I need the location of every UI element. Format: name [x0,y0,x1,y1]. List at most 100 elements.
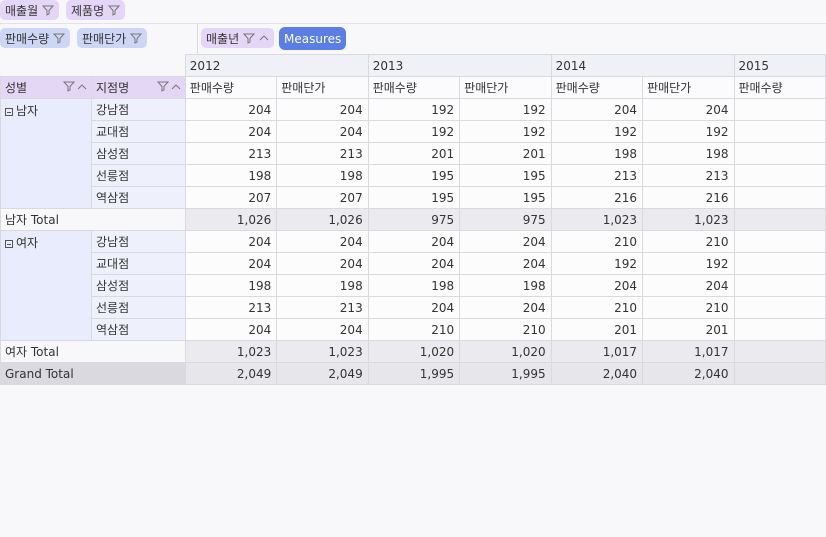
store-header[interactable]: 선릉점 [90,296,186,319]
data-cell[interactable]: 204 [459,252,552,275]
subtotal-cell[interactable] [733,340,826,363]
data-cell[interactable]: 216 [642,186,735,209]
data-cell[interactable]: 207 [276,186,369,209]
grand-total-cell[interactable]: 2,049 [276,362,369,385]
grand-total-cell[interactable]: 2,049 [184,362,278,385]
data-cell[interactable]: 216 [550,186,644,209]
data-cell[interactable]: 210 [550,230,644,253]
subtotal-cell[interactable]: 1,023 [642,208,735,231]
data-cell[interactable]: 198 [367,274,461,297]
data-cell[interactable]: 213 [276,296,369,319]
filter-field-sales-month[interactable]: 매출월 [0,0,60,20]
data-cell[interactable]: 198 [550,142,644,165]
data-cell[interactable]: 210 [642,296,735,319]
measure-header[interactable]: 판매수량 [733,76,826,99]
filter-icon[interactable] [62,80,76,95]
data-cell[interactable] [733,142,826,165]
data-cell[interactable]: 204 [276,252,369,275]
data-cell[interactable]: 195 [367,164,461,187]
store-header[interactable]: 역삼점 [90,186,186,209]
data-cell[interactable] [733,296,826,319]
filter-icon[interactable] [130,32,143,44]
measure-header[interactable]: 판매단가 [276,76,369,99]
filter-icon[interactable] [243,32,256,44]
data-cell[interactable]: 204 [276,120,369,143]
subtotal-cell[interactable] [733,208,826,231]
sort-ascending-icon[interactable] [171,81,181,95]
column-field-sales-year[interactable]: 매출년 [201,28,275,48]
data-cell[interactable]: 210 [459,318,552,341]
store-header[interactable]: 선릉점 [90,164,186,187]
data-cell[interactable]: 198 [184,164,278,187]
data-cell[interactable]: 204 [642,274,735,297]
data-cell[interactable]: 192 [367,98,461,121]
grand-total-cell[interactable]: 1,995 [367,362,461,385]
data-field-unit-price[interactable]: 판매단가 [77,28,148,48]
data-cell[interactable]: 195 [367,186,461,209]
subtotal-cell[interactable]: 1,020 [459,340,552,363]
measure-header[interactable]: 판매단가 [642,76,735,99]
subtotal-cell[interactable]: 1,023 [276,340,369,363]
data-cell[interactable]: 213 [184,142,278,165]
data-cell[interactable]: 204 [184,252,278,275]
row-group-header[interactable]: 여자 [0,230,92,341]
data-cell[interactable]: 192 [459,98,552,121]
data-cell[interactable]: 204 [276,98,369,121]
data-cell[interactable]: 204 [550,98,644,121]
data-cell[interactable]: 204 [184,98,278,121]
data-cell[interactable]: 198 [276,274,369,297]
data-cell[interactable]: 207 [184,186,278,209]
sort-ascending-icon[interactable] [259,33,269,43]
grand-total-cell[interactable]: 1,995 [459,362,552,385]
year-header[interactable]: 2014 [550,54,735,77]
data-cell[interactable]: 204 [367,296,461,319]
year-header[interactable]: 2013 [367,54,552,77]
data-cell[interactable]: 198 [184,274,278,297]
data-cell[interactable]: 204 [276,230,369,253]
subtotal-cell[interactable]: 975 [367,208,461,231]
data-cell[interactable]: 204 [367,230,461,253]
data-cell[interactable]: 201 [459,142,552,165]
filter-icon[interactable] [42,4,55,16]
filter-icon[interactable] [53,32,66,44]
data-cell[interactable]: 204 [459,296,552,319]
data-cell[interactable]: 213 [276,142,369,165]
data-cell[interactable]: 201 [550,318,644,341]
store-header[interactable]: 강남점 [90,230,186,253]
year-header[interactable]: 2012 [184,54,369,77]
row-field-store[interactable]: 지점명 [90,76,186,99]
subtotal-cell[interactable]: 1,023 [550,208,644,231]
data-cell[interactable]: 201 [642,318,735,341]
store-header[interactable]: 삼성점 [90,142,186,165]
data-cell[interactable] [733,252,826,275]
measure-header[interactable]: 판매수량 [550,76,644,99]
measure-header[interactable]: 판매단가 [459,76,552,99]
data-cell[interactable]: 213 [550,164,644,187]
data-field-quantity[interactable]: 판매수량 [0,28,71,48]
store-header[interactable]: 역삼점 [90,318,186,341]
row-group-header[interactable]: 남자 [0,98,92,209]
data-cell[interactable]: 192 [459,120,552,143]
data-cell[interactable]: 192 [642,252,735,275]
measure-header[interactable]: 판매수량 [184,76,278,99]
filter-field-product-name[interactable]: 제품명 [66,0,126,20]
data-cell[interactable] [733,120,826,143]
data-cell[interactable]: 192 [550,252,644,275]
data-cell[interactable]: 204 [184,120,278,143]
subtotal-cell[interactable]: 1,026 [184,208,278,231]
data-cell[interactable]: 198 [642,142,735,165]
sort-ascending-icon[interactable] [77,81,87,95]
grand-total-cell[interactable]: 2,040 [550,362,644,385]
data-cell[interactable]: 204 [184,230,278,253]
subtotal-cell[interactable]: 975 [459,208,552,231]
data-cell[interactable]: 201 [367,142,461,165]
row-field-gender[interactable]: 성별 [0,76,92,99]
store-header[interactable]: 삼성점 [90,274,186,297]
year-header[interactable]: 2015 [733,54,826,77]
data-cell[interactable]: 204 [276,318,369,341]
data-cell[interactable]: 210 [550,296,644,319]
store-header[interactable]: 교대점 [90,252,186,275]
data-cell[interactable]: 204 [367,252,461,275]
data-cell[interactable] [733,318,826,341]
data-cell[interactable]: 195 [459,164,552,187]
